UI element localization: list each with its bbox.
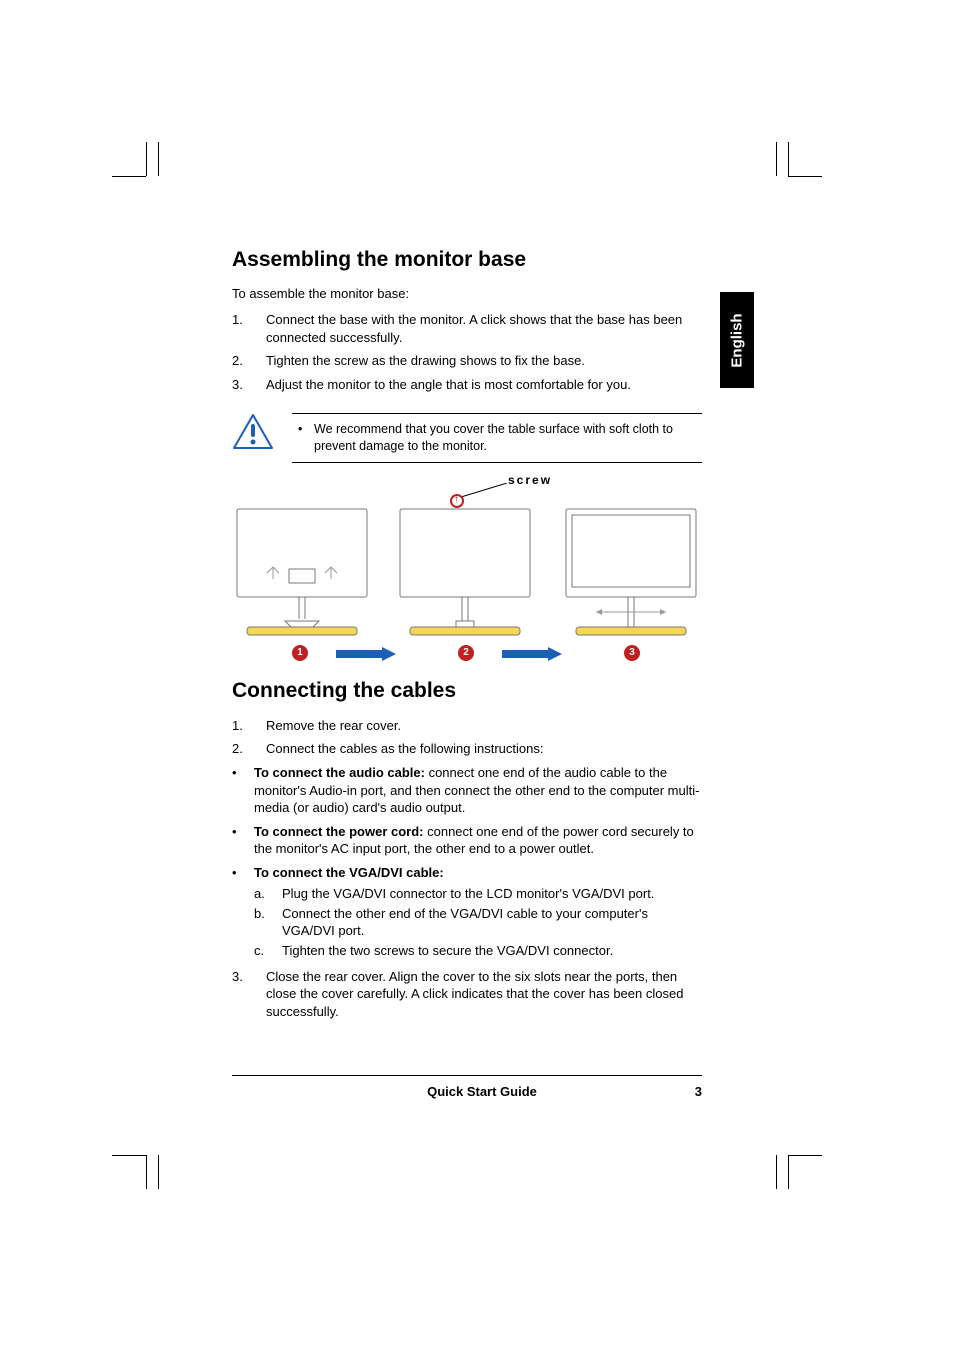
bullet-item: •To connect the power cord: connect one … <box>232 823 702 858</box>
step-badge-1: 1 <box>292 645 308 661</box>
bullet-list: •To connect the audio cable: connect one… <box>232 764 702 961</box>
intro-text: To assemble the monitor base: <box>232 286 702 301</box>
sub-label: c. <box>254 942 282 960</box>
step-number: 3. <box>232 968 266 1021</box>
note-text: We recommend that you cover the table su… <box>314 421 702 455</box>
crop-mark <box>146 1155 147 1189</box>
language-label: English <box>729 313 746 367</box>
page-footer: Quick Start Guide 3 <box>232 1075 702 1099</box>
crop-mark <box>788 142 789 176</box>
heading-assembling: Assembling the monitor base <box>232 248 702 272</box>
step-item: 3.Adjust the monitor to the angle that i… <box>232 376 702 394</box>
sub-label: b. <box>254 905 282 940</box>
sub-item: b.Connect the other end of the VGA/DVI c… <box>254 905 702 940</box>
heading-connecting: Connecting the cables <box>232 679 702 703</box>
bullet-text: To connect the VGA/DVI cable: a.Plug the… <box>254 864 702 962</box>
bullet-dot: • <box>232 764 254 817</box>
bullet-dot: • <box>232 823 254 858</box>
crop-mark <box>788 1155 822 1156</box>
crop-mark <box>776 1155 777 1189</box>
step-number: 1. <box>232 311 266 346</box>
step-item: 2.Tighten the screw as the drawing shows… <box>232 352 702 370</box>
bullet-text: To connect the power cord: connect one e… <box>254 823 702 858</box>
arrow-icon <box>502 647 568 661</box>
step-text: Tighten the screw as the drawing shows t… <box>266 352 702 370</box>
step-item: 3.Close the rear cover. Align the cover … <box>232 968 702 1021</box>
bullet-dot: • <box>232 864 254 962</box>
step-text: Connect the base with the monitor. A cli… <box>266 311 702 346</box>
note-box: •We recommend that you cover the table s… <box>292 413 702 463</box>
footer-rule <box>232 1075 702 1076</box>
bullet-text: To connect the audio cable: connect one … <box>254 764 702 817</box>
crop-mark <box>112 176 146 177</box>
crop-mark <box>776 142 777 176</box>
section-connecting: Connecting the cables 1.Remove the rear … <box>232 679 702 1020</box>
steps-list-2: 1.Remove the rear cover. 2.Connect the c… <box>232 717 702 758</box>
step-badge-2: 2 <box>458 645 474 661</box>
page: English Assembling the monitor base To a… <box>0 0 954 1351</box>
sub-text: Plug the VGA/DVI connector to the LCD mo… <box>282 885 702 903</box>
step-badge-3: 3 <box>624 645 640 661</box>
step-number: 1. <box>232 717 266 735</box>
step-number: 2. <box>232 740 266 758</box>
crop-mark <box>112 1155 146 1156</box>
step-text: Connect the cables as the following inst… <box>266 740 702 758</box>
bullet-dot: • <box>292 421 314 455</box>
step-text: Remove the rear cover. <box>266 717 702 735</box>
footer-title: Quick Start Guide <box>292 1084 672 1099</box>
steps-list-3: 3.Close the rear cover. Align the cover … <box>232 968 702 1021</box>
language-tab: English <box>720 292 754 388</box>
crop-mark <box>788 1155 789 1189</box>
note-item: •We recommend that you cover the table s… <box>292 421 702 455</box>
sub-text: Connect the other end of the VGA/DVI cab… <box>282 905 702 940</box>
step-item: 1.Connect the base with the monitor. A c… <box>232 311 702 346</box>
page-number: 3 <box>672 1084 702 1099</box>
sub-text: Tighten the two screws to secure the VGA… <box>282 942 702 960</box>
caution-icon <box>232 413 274 456</box>
sub-list: a.Plug the VGA/DVI connector to the LCD … <box>254 885 702 959</box>
crop-mark <box>146 142 147 176</box>
crop-mark <box>158 142 159 176</box>
note-callout: •We recommend that you cover the table s… <box>232 413 702 463</box>
screw-arrow-icon: ↑ <box>454 494 459 505</box>
crop-mark <box>788 176 822 177</box>
step-item: 2.Connect the cables as the following in… <box>232 740 702 758</box>
bullet-item: •To connect the audio cable: connect one… <box>232 764 702 817</box>
sub-item: c.Tighten the two screws to secure the V… <box>254 942 702 960</box>
step-item: 1.Remove the rear cover. <box>232 717 702 735</box>
step-number: 3. <box>232 376 266 394</box>
step-text: Adjust the monitor to the angle that is … <box>266 376 702 394</box>
content-area: Assembling the monitor base To assemble … <box>232 248 702 1026</box>
bullet-item: •To connect the VGA/DVI cable: a.Plug th… <box>232 864 702 962</box>
crop-mark <box>158 1155 159 1189</box>
step-number: 2. <box>232 352 266 370</box>
steps-list-1: 1.Connect the base with the monitor. A c… <box>232 311 702 393</box>
arrow-icon <box>336 647 402 661</box>
assembly-diagram: screw <box>232 469 702 671</box>
sub-label: a. <box>254 885 282 903</box>
sub-item: a.Plug the VGA/DVI connector to the LCD … <box>254 885 702 903</box>
step-text: Close the rear cover. Align the cover to… <box>266 968 702 1021</box>
